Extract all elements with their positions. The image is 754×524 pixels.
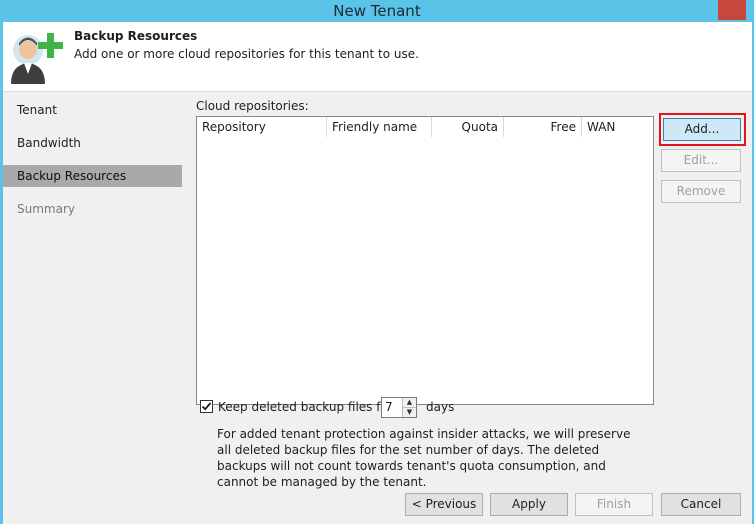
keep-deleted-checkbox[interactable]	[200, 400, 213, 413]
cloud-repositories-label: Cloud repositories:	[196, 99, 309, 113]
cancel-button[interactable]: Cancel	[661, 493, 741, 516]
edit-button[interactable]: Edit...	[661, 149, 741, 172]
nav-item-backup-resources[interactable]: Backup Resources	[3, 165, 182, 187]
new-tenant-window: New Tenant Backup Resources Add one or m…	[0, 0, 754, 524]
add-button-highlight	[659, 113, 746, 146]
wizard-steps: Tenant Bandwidth Backup Resources Summar…	[3, 92, 185, 524]
checkmark-icon	[201, 402, 212, 411]
days-value[interactable]: 7	[385, 400, 393, 414]
column-header-friendly-name[interactable]: Friendly name	[327, 117, 432, 137]
cloud-repositories-list[interactable]: Repository Friendly name Quota Free WAN	[196, 116, 654, 405]
previous-button[interactable]: < Previous	[405, 493, 483, 516]
remove-button[interactable]: Remove	[661, 180, 741, 203]
nav-item-summary[interactable]: Summary	[3, 198, 182, 220]
title-bar[interactable]: New Tenant	[0, 0, 754, 22]
page-subtitle: Add one or more cloud repositories for t…	[74, 47, 419, 61]
stepper-up-icon[interactable]: ▲	[402, 398, 416, 408]
keep-deleted-description: For added tenant protection against insi…	[217, 427, 631, 489]
keep-deleted-label[interactable]: Keep deleted backup files for	[218, 400, 393, 414]
close-button[interactable]	[718, 0, 746, 20]
page-title: Backup Resources	[74, 29, 198, 43]
column-header-repository[interactable]: Repository	[197, 117, 327, 137]
column-header-wan[interactable]: WAN	[582, 117, 653, 137]
stepper-down-icon[interactable]: ▼	[402, 408, 416, 417]
column-header-quota[interactable]: Quota	[432, 117, 504, 137]
days-stepper[interactable]: 7 ▲ ▼	[381, 397, 417, 418]
wizard-body: Backup Resources Add one or more cloud r…	[3, 22, 752, 524]
finish-button[interactable]: Finish	[575, 493, 653, 516]
days-unit-label: days	[426, 400, 455, 414]
column-header-free[interactable]: Free	[504, 117, 582, 137]
nav-item-bandwidth[interactable]: Bandwidth	[3, 132, 182, 154]
wizard-header: Backup Resources Add one or more cloud r…	[3, 22, 752, 92]
tenant-add-icon	[11, 33, 63, 84]
nav-item-tenant[interactable]: Tenant	[3, 99, 182, 121]
window-title: New Tenant	[333, 2, 421, 20]
apply-button[interactable]: Apply	[490, 493, 568, 516]
